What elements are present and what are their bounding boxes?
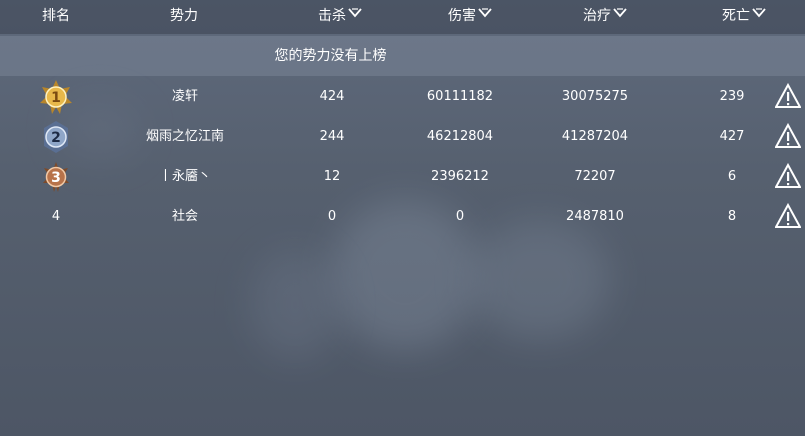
- header-damage-label: 伤害: [448, 8, 476, 24]
- sort-kills-button[interactable]: 击杀: [300, 0, 380, 34]
- damage-value: 0: [455, 209, 465, 224]
- faction-name: 丨永靥丶: [158, 169, 211, 184]
- deaths-value: 239: [719, 89, 745, 104]
- chevron-down-icon: [752, 8, 766, 18]
- svg-text:1: 1: [51, 90, 61, 106]
- chevron-down-icon: [613, 8, 627, 18]
- table-row: 1 凌轩 424 60111182 30075275 239: [0, 77, 805, 117]
- svg-text:3: 3: [51, 170, 61, 186]
- sort-deaths-button[interactable]: 死亡: [704, 0, 784, 34]
- table-header: 排名 势力 击杀 伤害 治疗 死亡: [0, 0, 805, 34]
- header-rank-label: 排名: [42, 8, 70, 24]
- table-row: 4 社会 0 0 2487810 8: [0, 197, 805, 237]
- bronze-medal-icon: 3: [43, 162, 69, 192]
- not-ranked-notice: 您的势力没有上榜: [0, 36, 805, 76]
- header-healing-label: 治疗: [583, 8, 611, 24]
- healing-value: 72207: [574, 169, 616, 184]
- kills-value: 0: [327, 209, 337, 224]
- damage-value: 2396212: [431, 169, 489, 184]
- deaths-value: 6: [727, 169, 737, 184]
- header-faction: 势力: [148, 0, 220, 34]
- background-scenery: [470, 220, 610, 340]
- header-rank: 排名: [28, 0, 84, 34]
- report-button[interactable]: [775, 83, 801, 109]
- healing-value: 30075275: [561, 89, 629, 104]
- background-scenery: [250, 250, 340, 360]
- report-button[interactable]: [775, 203, 801, 229]
- header-deaths-label: 死亡: [722, 8, 750, 24]
- sort-healing-button[interactable]: 治疗: [565, 0, 645, 34]
- chevron-down-icon: [478, 8, 492, 18]
- header-kills-label: 击杀: [318, 8, 346, 24]
- healing-value: 2487810: [566, 209, 624, 224]
- deaths-value: 427: [719, 129, 745, 144]
- faction-name: 凌轩: [171, 89, 198, 104]
- rank-value: 4: [51, 209, 61, 224]
- svg-text:2: 2: [51, 130, 61, 146]
- sort-damage-button[interactable]: 伤害: [430, 0, 510, 34]
- healing-value: 41287204: [561, 129, 629, 144]
- damage-value: 60111182: [426, 89, 494, 104]
- gold-medal-icon: 1: [40, 80, 72, 114]
- table-row: 2 烟雨之忆江南 244 46212804 41287204 427: [0, 117, 805, 157]
- report-button[interactable]: [775, 123, 801, 149]
- damage-value: 46212804: [426, 129, 494, 144]
- header-faction-label: 势力: [170, 8, 198, 24]
- report-button[interactable]: [775, 163, 801, 189]
- faction-name: 社会: [171, 209, 198, 224]
- kills-value: 424: [319, 89, 345, 104]
- table-row: 3 丨永靥丶 12 2396212 72207 6: [0, 157, 805, 197]
- notice-text: 您的势力没有上榜: [274, 48, 387, 64]
- kills-value: 244: [319, 129, 345, 144]
- faction-name: 烟雨之忆江南: [145, 129, 224, 144]
- chevron-down-icon: [348, 8, 362, 18]
- silver-medal-icon: 2: [44, 121, 68, 153]
- deaths-value: 8: [727, 209, 737, 224]
- kills-value: 12: [323, 169, 341, 184]
